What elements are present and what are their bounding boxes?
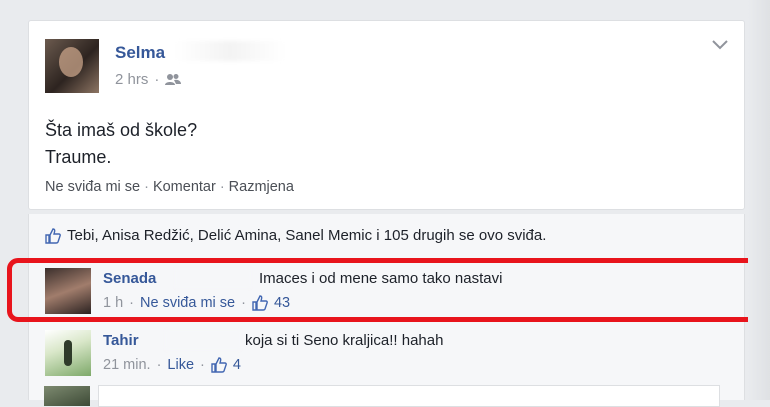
comment-like-count[interactable]: 43 — [274, 295, 290, 311]
separator: · — [156, 357, 162, 373]
post-text-line: Šta imaš od škole? — [45, 120, 198, 140]
comment-text: koja si ti Seno kraljica!! hahah — [245, 332, 444, 349]
commenter-name[interactable]: Senada — [103, 270, 156, 287]
likes-text[interactable]: Tebi, Anisa Redžić, Delić Amina, Sanel M… — [67, 227, 546, 244]
post-time[interactable]: 2 hrs — [115, 71, 148, 88]
separator: · — [200, 357, 205, 373]
commenter-avatar[interactable] — [45, 268, 91, 314]
chevron-down-icon[interactable] — [712, 37, 728, 55]
commenter-name[interactable]: Tahir — [103, 332, 139, 349]
comments-list: Senada Imaces i od mene samo tako nastav… — [28, 254, 745, 400]
reply-input[interactable] — [98, 385, 720, 407]
comment-like-count[interactable]: 4 — [233, 357, 241, 373]
thumbs-up-icon — [45, 227, 61, 244]
redacted-surname — [175, 268, 251, 288]
likes-summary: Tebi, Anisa Redžić, Delić Amina, Sanel M… — [28, 214, 745, 255]
post-card: Selma 2 hrs · Šta imaš od škole? Traume.… — [28, 20, 745, 210]
comment-meta: 1 h · Ne sviđa mi se · 43 — [103, 295, 290, 311]
thumbs-up-icon — [252, 295, 268, 311]
separator: · — [144, 179, 149, 195]
post-text: Šta imaš od škole? Traume. — [45, 117, 197, 171]
page-edge — [748, 0, 770, 400]
separator: · — [129, 295, 135, 311]
commenter-avatar[interactable] — [45, 330, 91, 376]
likes-row: Tebi, Anisa Redžić, Delić Amina, Sanel M… — [45, 227, 546, 244]
comment-meta: 21 min. · Like · 4 — [103, 357, 241, 373]
comment-link[interactable]: Komentar — [153, 179, 216, 195]
like-link[interactable]: Ne sviđa mi se — [45, 179, 140, 195]
comment-time[interactable]: 21 min. — [103, 357, 151, 373]
author-avatar[interactable] — [45, 39, 99, 93]
comment: Senada Imaces i od mene samo tako nastav… — [45, 268, 725, 328]
comment: Tahir koja si ti Seno kraljica!! hahah 2… — [45, 330, 725, 390]
post-text-line: Traume. — [45, 147, 112, 167]
separator: · — [241, 295, 246, 311]
comment-like-link[interactable]: Ne sviđa mi se — [140, 295, 235, 311]
redacted-surname — [175, 41, 285, 61]
separator: · — [154, 71, 160, 88]
comment-time[interactable]: 1 h — [103, 295, 123, 311]
comment-like-link[interactable]: Like — [167, 357, 194, 373]
friends-icon[interactable] — [165, 73, 182, 86]
redacted-surname — [165, 330, 241, 350]
reply-avatar — [44, 386, 90, 406]
post-meta: 2 hrs · — [115, 71, 182, 88]
share-link[interactable]: Razmjena — [229, 179, 294, 195]
thumbs-up-icon — [211, 357, 227, 373]
separator: · — [219, 179, 225, 195]
comment-text: Imaces i od mene samo tako nastavi — [259, 270, 503, 287]
post-actions: Ne sviđa mi se · Komentar · Razmjena — [45, 179, 294, 195]
author-name[interactable]: Selma — [115, 43, 165, 63]
